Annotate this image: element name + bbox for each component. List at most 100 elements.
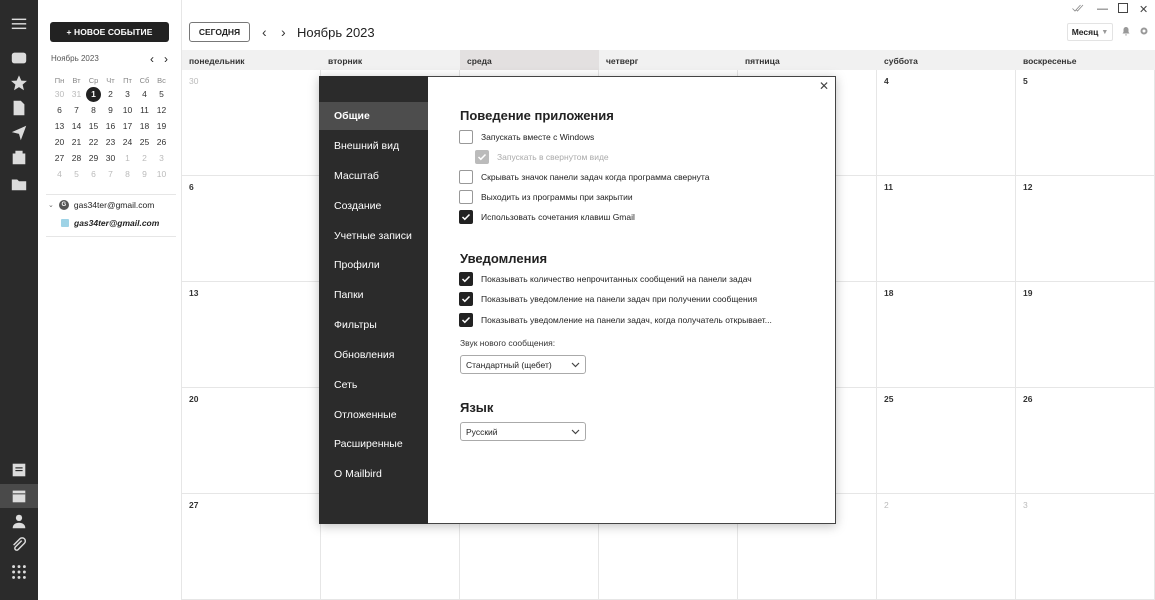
checkbox-checked[interactable] — [459, 272, 473, 286]
settings-nav-advanced[interactable]: Расширенные — [319, 430, 428, 458]
mini-day[interactable]: 8 — [119, 166, 136, 182]
checkbox-checked[interactable] — [459, 210, 473, 224]
calendar-icon[interactable] — [9, 486, 29, 506]
mini-day[interactable]: 5 — [68, 166, 85, 182]
bell-icon[interactable] — [1121, 26, 1131, 39]
day-cell[interactable]: 18 — [877, 282, 1016, 388]
settings-nav-network[interactable]: Сеть — [319, 371, 428, 399]
checkbox[interactable] — [459, 170, 473, 184]
minimize-icon[interactable]: — — [1097, 3, 1108, 15]
mini-day[interactable]: 19 — [153, 118, 170, 134]
mini-day[interactable]: 3 — [153, 150, 170, 166]
mini-day[interactable]: 6 — [85, 166, 102, 182]
settings-nav-folders[interactable]: Папки — [319, 281, 428, 309]
mini-day[interactable]: 1 — [119, 150, 136, 166]
inbox-icon[interactable] — [9, 48, 29, 68]
gear-icon[interactable] — [1139, 26, 1149, 39]
day-cell[interactable]: 19 — [1016, 282, 1155, 388]
contacts-icon[interactable] — [9, 511, 29, 531]
mini-day[interactable]: 22 — [85, 134, 102, 150]
settings-nav-snoozed[interactable]: Отложенные — [319, 401, 428, 429]
option-gmail-shortcuts[interactable]: Использовать сочетания клавиш Gmail — [459, 210, 635, 224]
mini-day[interactable]: 21 — [68, 134, 85, 150]
mini-day[interactable]: 27 — [51, 150, 68, 166]
view-select[interactable]: Месяц ▼ — [1067, 23, 1113, 41]
mini-day[interactable]: 26 — [153, 134, 170, 150]
mini-day[interactable]: 17 — [119, 118, 136, 134]
maximize-icon[interactable] — [1118, 3, 1128, 16]
settings-nav-profiles[interactable]: Профили — [319, 251, 428, 279]
day-cell[interactable]: 26 — [1016, 388, 1155, 494]
chevron-down-icon[interactable]: ⌄ — [48, 201, 54, 209]
settings-nav-general[interactable]: Общие — [319, 102, 428, 130]
mini-day[interactable]: 30 — [102, 150, 119, 166]
mini-day[interactable]: 3 — [119, 86, 136, 102]
sound-select[interactable]: Стандартный (щебет) — [460, 355, 586, 374]
day-cell[interactable]: 25 — [877, 388, 1016, 494]
mini-day[interactable]: 28 — [68, 150, 85, 166]
mini-day[interactable]: 30 — [51, 86, 68, 102]
day-cell[interactable]: 12 — [1016, 176, 1155, 282]
mini-day[interactable]: 9 — [102, 102, 119, 118]
mini-day[interactable]: 8 — [85, 102, 102, 118]
mini-day[interactable]: 9 — [136, 166, 153, 182]
close-window-icon[interactable]: ✕ — [1139, 3, 1148, 16]
mini-day[interactable]: 24 — [119, 134, 136, 150]
star-icon[interactable] — [9, 73, 29, 93]
option-start-with-windows[interactable]: Запускать вместе с Windows — [459, 130, 594, 144]
checkbox-checked[interactable] — [459, 292, 473, 306]
mini-day[interactable]: 4 — [136, 86, 153, 102]
account-group[interactable]: ⌄ G gas34ter@gmail.com — [48, 200, 154, 210]
document-icon[interactable] — [9, 98, 29, 118]
settings-nav-filters[interactable]: Фильтры — [319, 311, 428, 339]
checkbox[interactable] — [459, 130, 473, 144]
menu-icon[interactable] — [9, 14, 29, 34]
mini-day[interactable]: 23 — [102, 134, 119, 150]
mini-prev-icon[interactable]: ‹ — [150, 52, 154, 66]
calendar-color-checkbox[interactable] — [61, 219, 69, 227]
mini-day[interactable]: 2 — [102, 86, 119, 102]
mini-day[interactable]: 15 — [85, 118, 102, 134]
settings-nav-scale[interactable]: Масштаб — [319, 162, 428, 190]
checkbox[interactable] — [459, 190, 473, 204]
folder-icon[interactable] — [9, 174, 29, 194]
settings-nav-about[interactable]: О Mailbird — [319, 460, 428, 488]
settings-nav-appearance[interactable]: Внешний вид — [319, 132, 428, 160]
day-cell[interactable]: 13 — [182, 282, 321, 388]
next-month-icon[interactable]: › — [281, 24, 286, 40]
archive-icon[interactable] — [9, 148, 29, 168]
mini-day[interactable]: 13 — [51, 118, 68, 134]
settings-nav-accounts[interactable]: Учетные записи — [319, 222, 428, 250]
settings-nav-compose[interactable]: Создание — [319, 192, 428, 220]
sync-icon[interactable] — [1072, 3, 1084, 16]
mini-day[interactable]: 31 — [68, 86, 85, 102]
mini-day[interactable]: 10 — [119, 102, 136, 118]
option-notify-on-receive[interactable]: Показывать уведомление на панели задач п… — [459, 292, 757, 306]
day-cell[interactable]: 27 — [182, 494, 321, 600]
mini-day[interactable]: 18 — [136, 118, 153, 134]
attachment-icon[interactable] — [9, 536, 29, 556]
today-button[interactable]: СЕГОДНЯ — [189, 22, 250, 42]
mini-day[interactable]: 4 — [51, 166, 68, 182]
close-icon[interactable]: ✕ — [819, 79, 829, 93]
mini-day[interactable]: 7 — [68, 102, 85, 118]
day-cell[interactable]: 6 — [182, 176, 321, 282]
mini-day[interactable]: 14 — [68, 118, 85, 134]
language-select[interactable]: Русский — [460, 422, 586, 441]
option-unread-count[interactable]: Показывать количество непрочитанных сооб… — [459, 272, 752, 286]
mini-day[interactable]: 2 — [136, 150, 153, 166]
mini-day[interactable]: 10 — [153, 166, 170, 182]
day-cell[interactable]: 11 — [877, 176, 1016, 282]
mini-day[interactable]: 6 — [51, 102, 68, 118]
apps-icon[interactable] — [9, 562, 29, 582]
day-cell[interactable]: 2 — [877, 494, 1016, 600]
mini-day[interactable]: 5 — [153, 86, 170, 102]
mini-next-icon[interactable]: › — [164, 52, 168, 66]
day-cell[interactable]: 30 — [182, 70, 321, 176]
send-icon[interactable] — [9, 123, 29, 143]
option-hide-tray-icon[interactable]: Скрывать значок панели задач когда прогр… — [459, 170, 709, 184]
mini-day[interactable]: 16 — [102, 118, 119, 134]
day-cell[interactable]: 3 — [1016, 494, 1155, 600]
notes-icon[interactable] — [9, 460, 29, 480]
mini-day-today[interactable]: 1 — [86, 86, 101, 102]
